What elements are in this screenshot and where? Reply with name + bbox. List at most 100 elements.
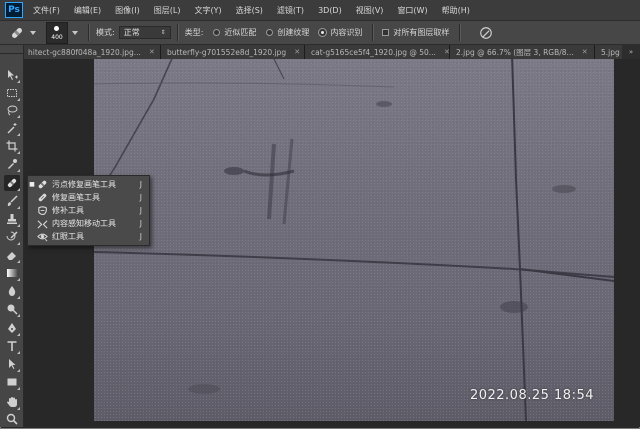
tab-butterfly[interactable]: butterfly-g701552e8d_1920.jpg ✕ [161, 45, 305, 59]
select-arrows-icon: ⇕ [160, 29, 166, 36]
shortcut-key: J [139, 206, 142, 215]
tab-title: hitect-gc880f048a_1920.jpg... [28, 47, 141, 57]
flyout-item-label: 污点修复画笔工具 [52, 180, 116, 189]
flyout-item-patch[interactable]: 修补工具 J [28, 204, 149, 217]
document-tab-bar: hitect-gc880f048a_1920.jpg... ✕ butterfly… [24, 45, 640, 59]
flyout-item-label: 修复画笔工具 [52, 193, 100, 202]
flyout-item-spot-healing-brush[interactable]: ■ 污点修复画笔工具 J [28, 178, 149, 191]
hand-tool[interactable] [4, 394, 20, 410]
sample-all-layers-label[interactable]: 对所有图层取样 [393, 27, 449, 38]
magnifier-icon [6, 413, 18, 425]
document-image[interactable]: 2022.08.25 18:54 [94, 59, 614, 421]
brush-size-value: 400 [51, 33, 63, 41]
pressure-brush-icon[interactable] [479, 26, 493, 40]
crop-tool[interactable] [4, 138, 20, 154]
path-selection-tool[interactable] [4, 356, 20, 372]
brush-tip-icon [54, 25, 59, 31]
menu-filter[interactable]: 滤镜(T) [277, 5, 304, 16]
red-eye-icon [36, 231, 48, 243]
gradient-tool[interactable] [4, 265, 20, 281]
spot-healing-brush-tool[interactable] [4, 175, 20, 191]
brush-size-picker[interactable]: 400 [46, 21, 68, 44]
zoom-tool[interactable] [4, 411, 20, 427]
clone-stamp-tool[interactable] [4, 211, 20, 227]
type-radio-content-aware[interactable] [319, 29, 327, 36]
menu-help[interactable]: 帮助(H) [442, 5, 470, 16]
menu-type[interactable]: 文字(Y) [194, 5, 221, 16]
quick-selection-tool[interactable] [4, 120, 20, 136]
menu-bar: Ps 文件(F) 编辑(E) 图像(I) 图层(L) 文字(Y) 选择(S) 滤… [0, 0, 640, 20]
shortcut-key: J [139, 232, 142, 241]
close-icon[interactable]: ✕ [582, 48, 588, 56]
tab-architect[interactable]: hitect-gc880f048a_1920.jpg... ✕ [24, 45, 161, 59]
menu-view[interactable]: 视图(V) [356, 5, 384, 16]
type-radio-proximity-match[interactable] [213, 29, 221, 36]
tool-preset-dropdown-icon[interactable] [30, 30, 36, 35]
separator [88, 24, 90, 41]
separator [459, 24, 462, 41]
tab-2jpg[interactable]: 2.jpg @ 66.7% (图层 3, RGB/8... ✕ [450, 45, 595, 59]
photo-timestamp: 2022.08.25 18:54 [469, 388, 594, 403]
flyout-item-healing-brush[interactable]: 修复画笔工具 J [28, 191, 149, 204]
eyedropper-tool[interactable] [4, 156, 20, 172]
type-label: 类型: [184, 28, 204, 37]
lasso-tool[interactable] [4, 102, 20, 118]
close-icon[interactable]: ✕ [294, 48, 300, 56]
rectangle-tool[interactable] [4, 374, 20, 390]
flyout-item-label: 红眼工具 [52, 232, 84, 241]
type-option-proximity-match[interactable]: 近似匹配 [224, 27, 256, 38]
tab-overflow-icon[interactable]: » [622, 45, 640, 59]
type-radio-create-texture[interactable] [266, 29, 274, 36]
options-bar: 400 模式: 正常 ⇕ 类型: 近似匹配 创建纹理 内容识别 对所有图层取样 [0, 20, 640, 45]
menu-select[interactable]: 选择(S) [236, 5, 263, 16]
brush-picker-dropdown-icon[interactable] [72, 30, 78, 35]
tool-preset-picker[interactable] [6, 24, 28, 41]
healing-brush-icon [36, 192, 48, 204]
brush-tool[interactable] [4, 193, 20, 209]
menu-image[interactable]: 图像(I) [115, 5, 140, 16]
shortcut-key: J [139, 193, 142, 202]
tab-title: 2.jpg @ 66.7% (图层 3, RGB/8... [456, 47, 574, 57]
separator [372, 24, 375, 41]
type-option-create-texture[interactable]: 创建纹理 [277, 27, 309, 38]
photoshop-logo: Ps [5, 2, 23, 18]
spot-healing-brush-icon [36, 179, 48, 191]
patch-icon [36, 205, 48, 217]
healing-tools-flyout: ■ 污点修复画笔工具 J 修复画笔工具 J 修补工具 J 内容感知移动工具 J … [27, 175, 150, 246]
move-tool[interactable] [4, 67, 20, 83]
marquee-tool[interactable] [4, 85, 20, 101]
pen-tool[interactable] [4, 320, 20, 336]
panel-grip[interactable] [0, 45, 23, 54]
type-option-content-aware[interactable]: 内容识别 [330, 27, 362, 38]
flyout-item-label: 修补工具 [52, 206, 84, 215]
shortcut-key: J [139, 180, 142, 189]
menu-3d[interactable]: 3D(D) [318, 6, 342, 15]
menu-window[interactable]: 窗口(W) [397, 5, 427, 16]
tab-cat[interactable]: cat-g5165ce5f4_1920.jpg @ 50... ✕ [305, 45, 450, 59]
menu-layer[interactable]: 图层(L) [154, 5, 181, 16]
tab-title: butterfly-g701552e8d_1920.jpg [167, 47, 287, 57]
spot-healing-brush-icon [12, 27, 22, 38]
shortcut-key: J [139, 219, 142, 228]
selected-bullet-icon: ■ [29, 181, 35, 188]
sample-all-layers-checkbox[interactable] [382, 29, 390, 36]
close-icon[interactable]: ✕ [444, 48, 450, 56]
type-tool[interactable] [4, 338, 20, 354]
pavement-tile-lines [94, 59, 614, 421]
mode-select[interactable]: 正常 ⇕ [118, 26, 171, 39]
eraser-tool[interactable] [4, 247, 20, 263]
history-brush-tool[interactable] [4, 229, 20, 245]
dodge-tool[interactable] [4, 301, 20, 317]
separator [176, 24, 179, 41]
menu-file[interactable]: 文件(F) [33, 5, 60, 16]
tools-panel [0, 45, 24, 427]
flyout-item-content-aware-move[interactable]: 内容感知移动工具 J [28, 217, 149, 230]
blur-tool[interactable] [4, 283, 20, 299]
mode-label: 模式: [96, 28, 115, 37]
mode-value: 正常 [123, 28, 140, 37]
menu-edit[interactable]: 编辑(E) [74, 5, 101, 16]
close-icon[interactable]: ✕ [149, 48, 155, 56]
content-aware-move-icon [36, 218, 48, 230]
flyout-item-red-eye[interactable]: 红眼工具 J [28, 230, 149, 243]
flyout-item-label: 内容感知移动工具 [52, 219, 116, 228]
